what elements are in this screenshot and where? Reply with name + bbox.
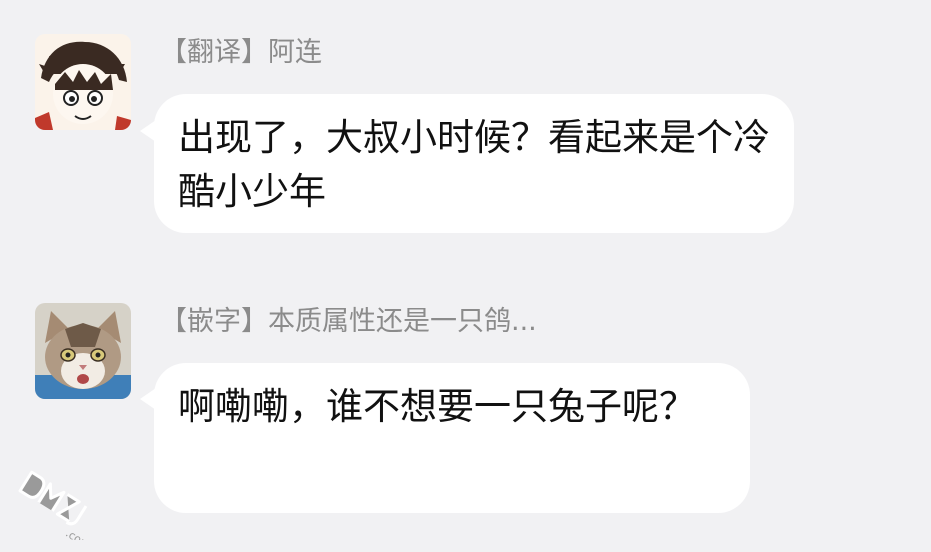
dmzj-watermark-icon: .com xyxy=(8,470,104,552)
anime-boy-avatar-icon[interactable] xyxy=(35,34,131,130)
svg-text:.com: .com xyxy=(63,527,93,540)
sender-name: 【嵌字】本质属性还是一只鸽... xyxy=(160,306,537,337)
cat-avatar-icon[interactable] xyxy=(35,303,131,399)
chat-message: 【翻译】阿连 出现了，大叔小时候？看起来是个冷酷小少年 xyxy=(0,0,931,260)
message-bubble[interactable]: 啊嘞嘞，谁不想要一只兔子呢？ xyxy=(154,363,750,513)
chat-message: 【嵌字】本质属性还是一只鸽... 啊嘞嘞，谁不想要一只兔子呢？ xyxy=(0,260,931,552)
sender-name: 【翻译】阿连 xyxy=(160,37,322,68)
message-bubble[interactable]: 出现了，大叔小时候？看起来是个冷酷小少年 xyxy=(154,94,794,233)
